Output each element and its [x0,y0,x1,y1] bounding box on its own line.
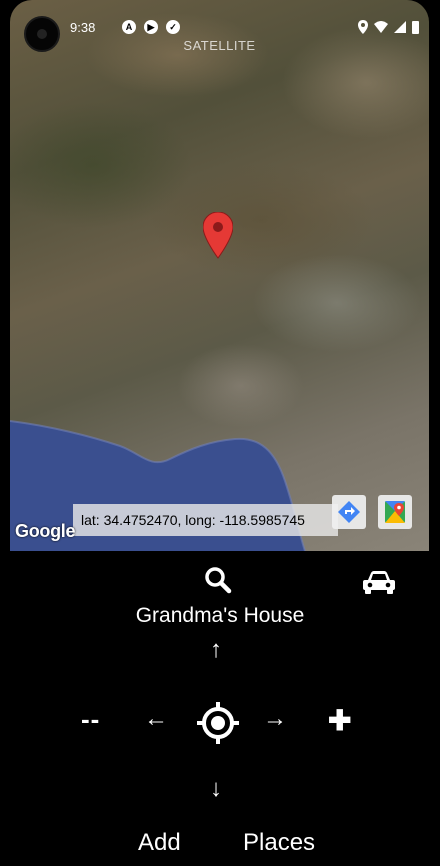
status-bar: 9:38 A ▶ ✓ [10,16,429,52]
search-icon [205,567,232,594]
google-maps-icon [385,501,405,523]
camera-cutout [24,16,60,52]
zoom-out-button[interactable]: -- [81,704,100,735]
google-logo: Google [15,521,76,541]
battery-icon [412,20,419,34]
wifi-icon [374,21,388,33]
pan-right-button[interactable]: → [260,705,290,733]
places-button[interactable]: Places [243,829,315,857]
zoom-in-button[interactable]: ✚ [328,704,351,737]
my-location-button[interactable] [196,701,240,745]
signal-icon [394,21,406,33]
directions-button[interactable] [332,495,366,529]
directions-icon [338,501,360,523]
notification-icon-c: ✓ [166,20,180,34]
crosshair-icon [197,702,239,744]
pan-up-button[interactable]: ↑ [201,636,231,664]
map-type-label: SATELLITE [183,38,256,53]
add-button[interactable]: Add [138,829,181,857]
place-title: Grandma's House [135,604,305,627]
car-icon [363,571,395,594]
map-marker-icon[interactable] [203,212,233,260]
open-google-maps-button[interactable] [378,495,412,529]
location-icon [358,20,368,34]
pan-left-button[interactable]: ← [141,705,171,733]
search-button[interactable] [201,565,235,595]
drive-button[interactable] [361,568,397,596]
status-time: 9:38 [70,20,96,35]
notification-icon-a: A [122,20,136,34]
map-view[interactable]: SATELLITE [10,0,429,551]
coordinates-readout: lat: 34.4752470, long: -118.5985745 [73,504,338,536]
status-icons-right [358,20,419,34]
notification-icon-b: ▶ [144,20,158,34]
pan-down-button[interactable]: ↓ [201,775,231,803]
